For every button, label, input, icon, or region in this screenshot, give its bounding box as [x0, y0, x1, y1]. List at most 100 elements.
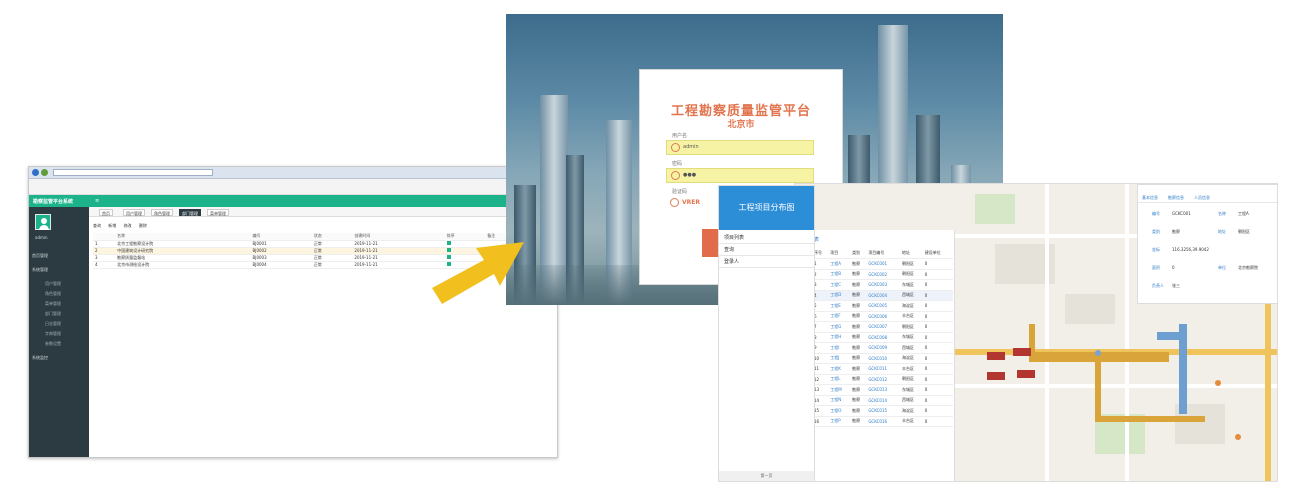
back-icon[interactable] — [32, 169, 39, 176]
cell-link[interactable]: GCKC014 — [867, 395, 901, 406]
col-header — [93, 233, 116, 241]
cell: 0 — [923, 290, 953, 301]
menu-toggle-icon[interactable]: ≡ — [95, 198, 99, 204]
tab[interactable]: 角色管理 — [151, 209, 173, 216]
map-marker-icon[interactable] — [987, 352, 1005, 360]
sidebar-item[interactable]: 首页管理 — [32, 253, 48, 259]
lock-icon — [671, 171, 680, 180]
field-value: 张三 — [1172, 283, 1180, 288]
cell: 海淀区 — [900, 353, 924, 364]
tab[interactable]: 用户管理 — [123, 209, 145, 216]
cell-link[interactable]: GCKC015 — [867, 405, 901, 417]
table-row[interactable]: 13 工程M 勘察 GCKC013 东城区 0 — [813, 384, 953, 396]
table-row[interactable]: 16 工程P 勘察 GCKC016 丰台区 0 — [813, 416, 953, 427]
table-row[interactable]: 6 工程F 勘察 GCKC006 丰台区 0 — [813, 311, 953, 322]
table-row[interactable]: 12 工程L 勘察 GCKC012 朝阳区 0 — [813, 374, 953, 385]
cell-link[interactable]: GCKC005 — [867, 300, 901, 312]
divider — [719, 243, 814, 244]
cell-link[interactable]: 工程E — [829, 300, 852, 312]
cell-link[interactable]: 工程F — [829, 311, 852, 322]
sidebar-subitem[interactable]: 用户管理 — [45, 281, 61, 287]
table-row[interactable]: 9 工程I 勘察 GCKC009 西城区 0 — [813, 342, 953, 354]
cell-link[interactable]: 工程B — [829, 269, 852, 280]
cell-link[interactable]: 工程I — [829, 342, 852, 354]
cell-link[interactable]: 工程H — [829, 332, 852, 343]
delete-button[interactable]: 删除 — [139, 223, 147, 228]
cell: BJ0001 — [250, 240, 312, 248]
cell: 0 — [923, 311, 953, 322]
table-row[interactable]: 7 工程G 勘察 GCKC007 朝阳区 0 — [813, 321, 953, 333]
sidebar-item[interactable]: 系统管理 — [32, 267, 48, 273]
cell-link[interactable]: 工程C — [829, 279, 852, 291]
cell-link[interactable]: GCKC016 — [867, 416, 901, 427]
metro-station-icon[interactable] — [1095, 350, 1101, 356]
cell-link[interactable]: GCKC011 — [867, 363, 901, 375]
cell-link[interactable]: GCKC004 — [867, 290, 901, 301]
sidebar-subitem[interactable]: 部门管理 — [45, 311, 61, 317]
password-field[interactable]: ●●● — [666, 168, 814, 183]
detail-tab[interactable]: 勘察信息 — [1168, 195, 1184, 201]
field-value: 工程A — [1238, 211, 1249, 216]
table-row[interactable]: 5 工程E 勘察 GCKC005 海淀区 0 — [813, 300, 953, 312]
cell-link[interactable]: 工程J — [829, 353, 852, 364]
captcha-value: VRER — [682, 199, 700, 206]
sidebar-subitem[interactable]: 角色管理 — [45, 291, 61, 297]
cell-link[interactable]: 工程N — [829, 395, 852, 406]
forward-icon[interactable] — [41, 169, 48, 176]
tab[interactable]: 菜单管理 — [207, 209, 229, 216]
cell-link[interactable]: 工程M — [829, 384, 852, 396]
menu-item-project-list[interactable]: 项目列表 — [724, 234, 744, 241]
table-row[interactable]: 10 工程J 勘察 GCKC010 海淀区 0 — [813, 353, 953, 364]
cell-link[interactable]: GCKC003 — [867, 279, 901, 291]
cell-link[interactable]: 工程K — [829, 363, 852, 375]
map-marker-icon[interactable] — [987, 372, 1005, 380]
tab[interactable]: 首页 — [99, 209, 113, 216]
table-row-selected[interactable]: 4 工程D 勘察 GCKC004 西城区 0 — [813, 290, 953, 301]
table-row[interactable]: 2 工程B 勘察 GCKC002 朝阳区 0 — [813, 269, 953, 280]
username-field[interactable]: admin — [666, 140, 814, 155]
tab-active[interactable]: 部门管理 — [179, 209, 201, 216]
cell-link[interactable]: 工程O — [829, 405, 852, 417]
query-button[interactable]: 查询 — [93, 223, 101, 228]
map-marker-icon[interactable] — [1017, 370, 1035, 378]
table-row[interactable]: 1 工程A 勘察 GCKC001 朝阳区 0 — [813, 258, 953, 270]
sidebar-subitem[interactable]: 参数设置 — [45, 341, 61, 347]
edit-button[interactable]: 修改 — [124, 223, 132, 228]
detail-tab[interactable]: 人员信息 — [1194, 195, 1210, 201]
table-row[interactable]: 14 工程N 勘察 GCKC014 西城区 0 — [813, 395, 953, 406]
add-button[interactable]: 新增 — [108, 223, 116, 228]
table-row[interactable]: 3 工程C 勘察 GCKC003 东城区 0 — [813, 279, 953, 291]
cell: 北京工程勘察设计院 — [115, 240, 251, 248]
cell-link[interactable]: GCKC009 — [867, 342, 901, 354]
cell-link[interactable]: GCKC008 — [867, 332, 901, 343]
cell-link[interactable]: 工程L — [829, 374, 852, 385]
cell-link[interactable]: 工程P — [829, 416, 852, 427]
table-row[interactable]: 15 工程O 勘察 GCKC015 海淀区 0 — [813, 405, 953, 417]
map-marker-icon[interactable] — [1013, 348, 1031, 356]
poi-icon[interactable] — [1235, 434, 1241, 440]
table-row[interactable]: 11 工程K 勘察 GCKC011 丰台区 0 — [813, 363, 953, 375]
detail-tab[interactable]: 基本信息 — [1142, 195, 1158, 201]
cell-link[interactable]: GCKC001 — [867, 258, 901, 270]
cell-link[interactable]: 工程G — [829, 321, 852, 333]
cell-link[interactable]: 工程D — [829, 290, 852, 301]
sidebar-subitem[interactable]: 字典管理 — [45, 331, 61, 337]
sidebar-item[interactable]: 系统监控 — [32, 355, 48, 361]
cell-link[interactable]: GCKC010 — [867, 353, 901, 364]
cell-link[interactable]: GCKC012 — [867, 374, 901, 385]
mobile-footer[interactable]: 第一页 — [719, 471, 814, 481]
cell-link[interactable]: 工程A — [829, 258, 852, 270]
poi-icon[interactable] — [1215, 380, 1221, 386]
menu-item-query[interactable]: 查询 — [724, 246, 734, 253]
table-row[interactable]: 8 工程H 勘察 GCKC008 东城区 0 — [813, 332, 953, 343]
cell: 丰台区 — [900, 311, 924, 322]
address-bar[interactable] — [53, 169, 213, 176]
login-city: 北京市 — [727, 120, 755, 130]
cell-link[interactable]: GCKC006 — [867, 311, 901, 322]
sidebar-subitem[interactable]: 日志管理 — [45, 321, 61, 327]
sidebar-subitem[interactable]: 菜单管理 — [45, 301, 61, 307]
menu-item-login[interactable]: 登录人 — [724, 258, 739, 265]
cell-link[interactable]: GCKC002 — [867, 269, 901, 280]
cell-link[interactable]: GCKC007 — [867, 321, 901, 333]
cell-link[interactable]: GCKC013 — [867, 384, 901, 396]
